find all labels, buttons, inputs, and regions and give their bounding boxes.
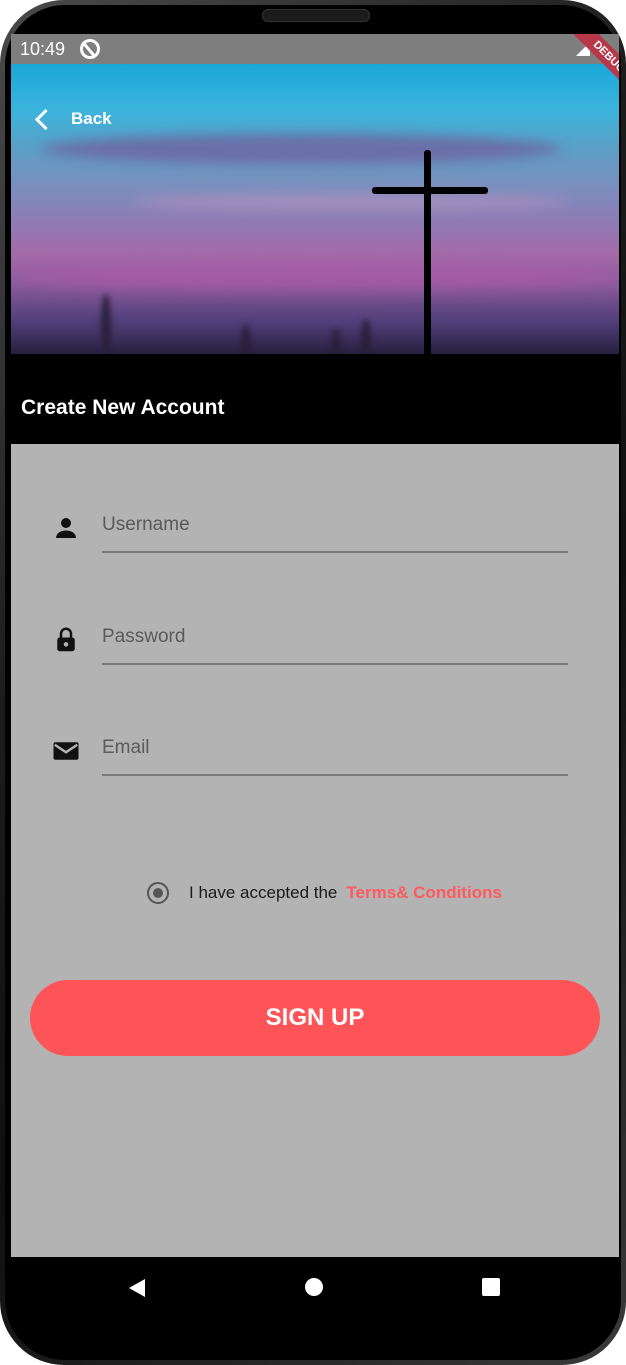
lock-icon <box>57 627 75 652</box>
signup-button[interactable]: SIGN UP <box>30 980 600 1056</box>
speaker-grille <box>262 9 370 22</box>
terms-row: I have accepted the Terms& Conditions <box>147 882 502 904</box>
navigation-bar <box>11 1257 619 1317</box>
status-time: 10:49 <box>20 39 66 59</box>
cloud <box>11 264 619 290</box>
nav-home-icon[interactable] <box>305 1278 323 1296</box>
email-row <box>51 722 571 782</box>
password-row <box>51 611 571 671</box>
nav-recents-icon[interactable] <box>482 1278 500 1296</box>
back-button[interactable]: Back <box>31 106 112 132</box>
header-image: Back Create New Account <box>11 64 619 444</box>
email-field[interactable] <box>102 722 568 776</box>
status-bar: 10:49 <box>11 34 619 64</box>
mail-icon <box>53 742 79 760</box>
cross-silhouette-bar <box>372 187 488 194</box>
username-row <box>51 499 571 559</box>
terms-text: I have accepted the <box>189 883 338 902</box>
grass-blur <box>101 294 111 354</box>
nav-back-icon[interactable] <box>129 1279 145 1297</box>
cross-silhouette <box>424 150 431 380</box>
password-field[interactable] <box>102 611 568 665</box>
cloud <box>41 134 561 164</box>
sync-icon <box>80 39 100 59</box>
cloud <box>131 194 571 210</box>
username-field[interactable] <box>102 499 568 553</box>
terms-radio[interactable] <box>147 882 169 904</box>
person-icon <box>56 518 76 538</box>
page-title: Create New Account <box>21 396 225 419</box>
back-label: Back <box>71 109 112 128</box>
phone-frame: Back Create New Account 10:49 DEBUG User… <box>0 0 626 1365</box>
terms-link[interactable]: Terms& Conditions <box>346 883 502 903</box>
app-screen: Back Create New Account 10:49 DEBUG User… <box>11 34 619 1257</box>
chevron-left-icon <box>31 106 57 132</box>
